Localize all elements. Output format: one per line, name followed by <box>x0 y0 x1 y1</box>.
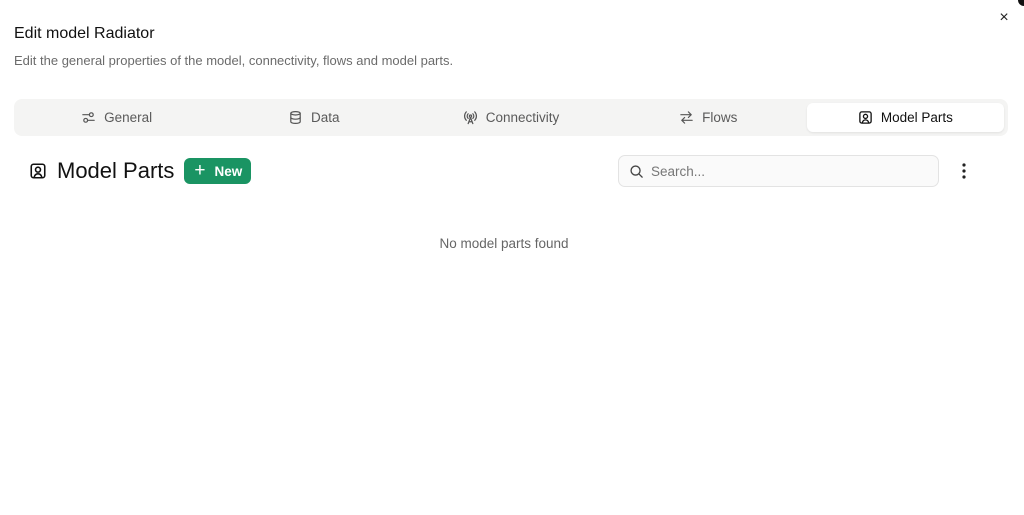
new-model-part-button[interactable]: + New <box>184 158 252 184</box>
window-corner <box>1018 0 1024 6</box>
dialog-subtitle: Edit the general properties of the model… <box>14 53 454 68</box>
tab-label: General <box>104 110 153 125</box>
empty-state-message: No model parts found <box>439 236 569 251</box>
tab-data[interactable]: Data <box>215 103 412 132</box>
broadcast-icon <box>463 111 477 125</box>
more-options-button[interactable] <box>954 160 974 182</box>
tab-connectivity[interactable]: Connectivity <box>412 103 609 132</box>
kebab-menu-icon <box>962 163 966 179</box>
section-title: Model Parts <box>57 158 175 183</box>
close-button[interactable]: × <box>994 8 1014 28</box>
tab-general[interactable]: General <box>18 103 215 132</box>
tab-model-parts[interactable]: Model Parts <box>806 103 1005 132</box>
user-square-icon <box>30 163 46 179</box>
search-box <box>618 155 939 187</box>
edit-model-dialog: × Edit model Radiator Edit the general p… <box>0 0 1024 515</box>
arrows-left-right-icon <box>680 111 693 124</box>
tab-label: Model Parts <box>880 110 953 125</box>
search-input[interactable] <box>651 163 921 179</box>
plus-icon: + <box>194 159 206 181</box>
tab-label: Connectivity <box>485 110 560 125</box>
tab-bar: General Data Connectivity Flows Model Pa… <box>14 99 1008 136</box>
tab-flows[interactable]: Flows <box>610 103 807 132</box>
database-icon <box>290 110 301 125</box>
dialog-title: Edit model Radiator <box>14 25 155 42</box>
sliders-icon <box>82 112 95 123</box>
new-button-label: New <box>214 163 243 179</box>
search-icon <box>630 164 643 178</box>
tab-label: Data <box>311 110 340 125</box>
user-square-icon <box>859 111 872 124</box>
tab-label: Flows <box>702 110 738 125</box>
section-header: Model Parts + New <box>29 157 252 185</box>
close-icon: × <box>999 9 1009 26</box>
